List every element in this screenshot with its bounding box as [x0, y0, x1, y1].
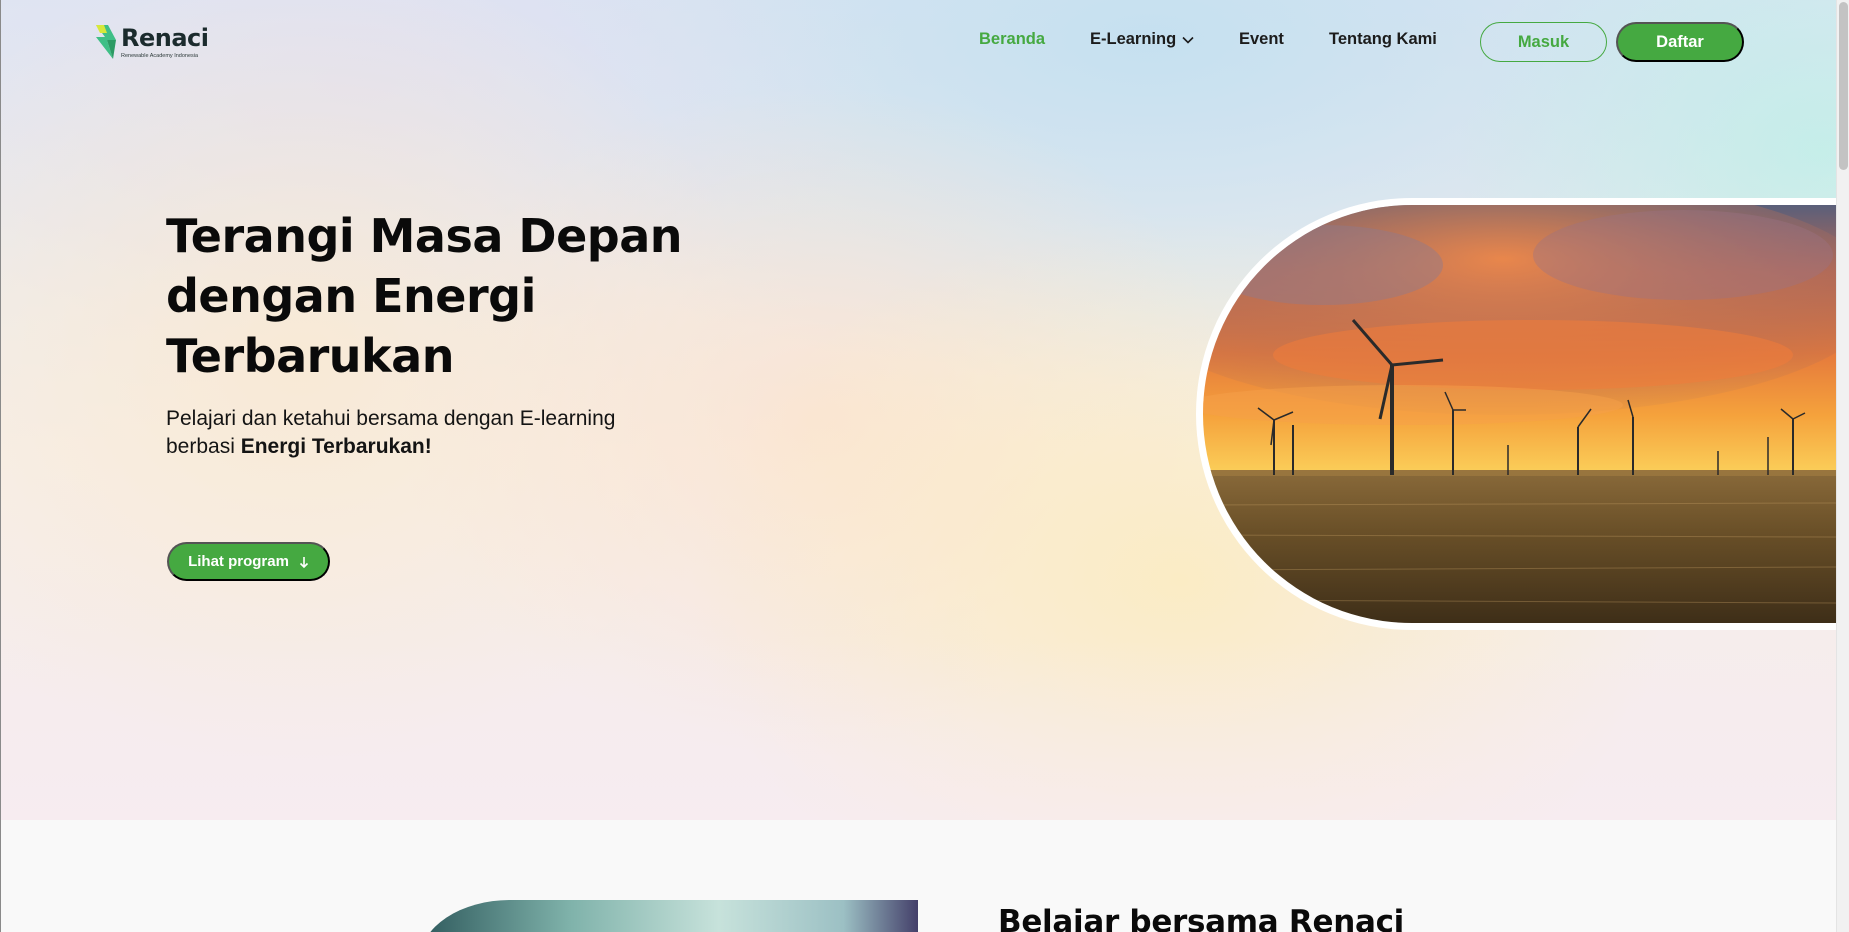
hero-subtitle: Pelajari dan ketahui bersama dengan E-le…	[166, 405, 686, 461]
navbar: Renaci Renewable Academy Indonesia Beran…	[0, 0, 1836, 84]
view-program-button[interactable]: Lihat program	[167, 542, 330, 581]
hero-subtitle-bold: Energi Terbarukan!	[240, 435, 432, 458]
hero-title: Terangi Masa Depan dengan Energi Terbaru…	[166, 209, 683, 383]
nav-item-event[interactable]: Event	[1239, 30, 1284, 49]
lightning-bolt-icon	[96, 25, 116, 59]
logo[interactable]: Renaci Renewable Academy Indonesia	[94, 24, 209, 60]
view-program-label: Lihat program	[188, 553, 289, 570]
scrollbar-thumb[interactable]	[1839, 2, 1848, 170]
window-left-edge	[0, 0, 1, 932]
nav-item-e-learning[interactable]: E-Learning	[1090, 30, 1194, 49]
hero-section: Renaci Renewable Academy Indonesia Beran…	[0, 0, 1849, 820]
nav-item-e-learning-label: E-Learning	[1090, 30, 1177, 48]
scrollbar[interactable]	[1836, 0, 1849, 932]
learn-section-image	[420, 900, 918, 932]
arrow-down-icon	[299, 556, 308, 568]
nav-item-tentang-kami[interactable]: Tentang Kami	[1329, 30, 1437, 49]
page: Renaci Renewable Academy Indonesia Beran…	[0, 0, 1849, 932]
login-button[interactable]: Masuk	[1480, 22, 1607, 62]
learn-section-title: Belajar bersama Renaci	[998, 904, 1404, 932]
learn-section: Belajar bersama Renaci	[0, 820, 1836, 932]
register-button[interactable]: Daftar	[1616, 22, 1744, 62]
logo-name: Renaci	[121, 24, 209, 52]
nav-item-beranda[interactable]: Beranda	[979, 30, 1045, 49]
hero-image-wind-turbines	[1203, 205, 1836, 623]
logo-tagline: Renewable Academy Indonesia	[121, 53, 199, 59]
hero-bottom-fade	[0, 640, 1836, 820]
chevron-down-icon	[1182, 36, 1194, 44]
